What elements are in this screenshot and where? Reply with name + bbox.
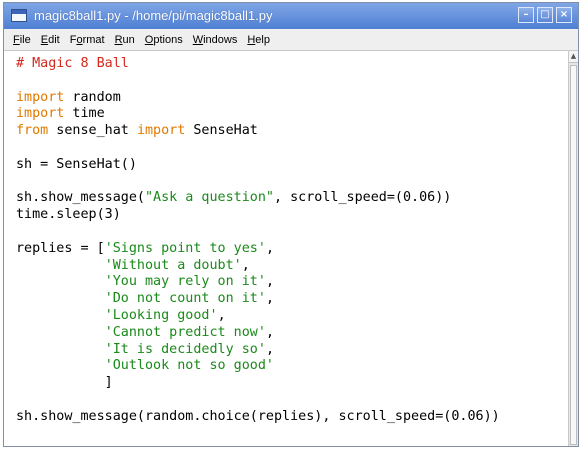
code-token: import (16, 106, 65, 122)
code-token: 'Outlook not so good' (104, 358, 274, 374)
code-line: 'You may rely on it', (16, 274, 570, 291)
menu-item-run[interactable]: Run (115, 34, 135, 46)
code-line: 'Cannot predict now', (16, 325, 570, 342)
code-token: , (265, 324, 274, 340)
code-token: sh.show_message(random.choice(replies), … (16, 408, 500, 424)
code-line: sh.show_message(random.choice(replies), … (16, 409, 570, 426)
code-token: , (265, 341, 274, 357)
menu-item-file[interactable]: File (13, 34, 31, 46)
code-token: import (16, 89, 65, 105)
idle-editor-window: magic8ball1.py - /home/pi/magic8ball1.py… (3, 2, 579, 447)
code-token: # Magic 8 Ball (16, 56, 129, 71)
code-token: sh = SenseHat() (16, 156, 137, 172)
menu-item-windows[interactable]: Windows (193, 34, 238, 46)
close-button[interactable]: × (556, 7, 572, 23)
code-line: 'Looking good', (16, 308, 570, 325)
menu-item-help[interactable]: Help (247, 34, 270, 46)
code-line: sh.show_message("Ask a question", scroll… (16, 190, 570, 207)
menu-item-label-part: ptions (153, 33, 183, 46)
code-line: import random (16, 90, 570, 107)
code-editor[interactable]: # Magic 8 Ball import random import time fr… (4, 51, 570, 446)
code-line: from sense_hat import SenseHat (16, 123, 570, 140)
code-line: 'Outlook not so good' (16, 358, 570, 375)
code-token: SenseHat (185, 123, 258, 139)
code-token: replies = [ (16, 240, 105, 256)
code-token: from (16, 123, 49, 139)
window-title: magic8ball1.py - /home/pi/magic8ball1.py (34, 8, 273, 23)
scroll-up-arrow-icon[interactable]: ▲ (569, 51, 578, 63)
vertical-scrollbar[interactable]: ▲ (568, 51, 578, 446)
maximize-icon: □ (540, 9, 550, 20)
menu-item-label-part: R (114, 33, 123, 46)
code-line: ] (16, 375, 570, 392)
code-token: 'Do not count on it' (104, 291, 266, 307)
code-line: time.sleep(3) (16, 207, 570, 224)
code-token: , (265, 240, 274, 256)
code-line: 'Without a doubt', (16, 258, 570, 275)
code-token: time.sleep(3) (16, 207, 121, 223)
menu-item-label-part: elp (255, 33, 270, 46)
menu-item-label-part: E (40, 33, 49, 46)
code-token: 'Signs point to yes' (104, 240, 266, 256)
close-icon: × (559, 9, 569, 20)
window-controls: – □ × (518, 7, 572, 23)
maximize-button[interactable]: □ (537, 7, 553, 23)
code-token: 'Without a doubt' (104, 257, 242, 273)
menu-item-label-part: indows (203, 33, 238, 46)
code-token: 'You may rely on it' (104, 274, 266, 290)
code-token: time (64, 106, 105, 122)
code-token: , (265, 274, 274, 290)
minimize-icon: – (523, 9, 529, 20)
menu-item-label-part: dit (48, 33, 60, 46)
code-token: random (64, 89, 121, 105)
menu-item-edit[interactable]: Edit (41, 34, 60, 46)
menu-item-label-part: W (192, 33, 204, 46)
menu-item-label-part: ile (19, 33, 31, 46)
app-window-icon (11, 9, 27, 22)
code-token: 'It is decidedly so' (104, 341, 266, 357)
code-line: # Magic 8 Ball (16, 56, 570, 73)
code-token: ] (16, 375, 113, 391)
code-token: sh.show_message( (16, 190, 145, 206)
menu-bar: File Edit Format Run Options Windows Help (4, 29, 578, 51)
code-token: "Ask a question" (145, 190, 274, 206)
code-line: import time (16, 106, 570, 123)
menu-item-options[interactable]: Options (145, 34, 183, 46)
code-token: , (241, 257, 250, 273)
code-token: import (136, 123, 186, 139)
code-line: replies = ['Signs point to yes', (16, 241, 570, 258)
menu-item-label-part: F (13, 33, 20, 46)
code-token: 'Looking good' (104, 307, 218, 323)
code-token: , (217, 307, 226, 323)
code-line: 'Do not count on it', (16, 291, 570, 308)
menu-item-label-part: rmat (82, 33, 105, 46)
code-token: , scroll_speed=(0.06)) (274, 190, 452, 206)
code-token: , (265, 291, 274, 307)
code-line: 'It is decidedly so', (16, 342, 570, 359)
title-bar[interactable]: magic8ball1.py - /home/pi/magic8ball1.py… (4, 3, 578, 29)
scroll-thumb[interactable] (570, 65, 577, 445)
menu-item-label-part: un (122, 33, 135, 46)
code-token: 'Cannot predict now' (104, 324, 266, 340)
menu-item-format[interactable]: Format (70, 34, 105, 46)
code-line: sh = SenseHat() (16, 157, 570, 174)
minimize-button[interactable]: – (518, 7, 534, 23)
code-token: sense_hat (48, 123, 137, 139)
